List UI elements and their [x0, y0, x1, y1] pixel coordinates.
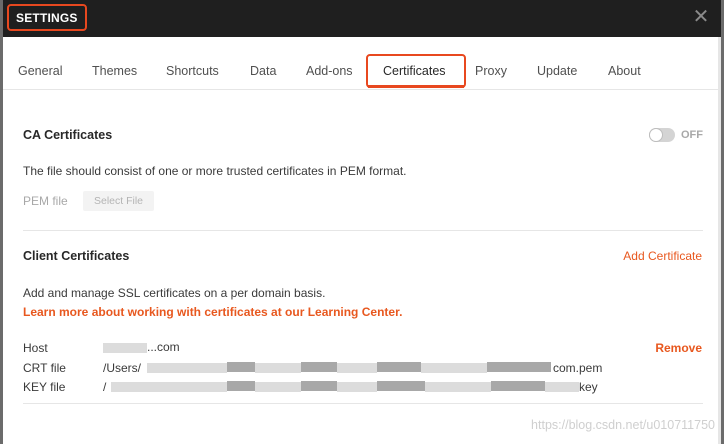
certificates-tab-highlight	[366, 54, 466, 88]
close-icon[interactable]: ✕	[691, 7, 711, 27]
redacted-key-2	[227, 381, 255, 391]
ca-toggle-label: OFF	[681, 129, 703, 141]
pem-file-label: PEM file	[23, 194, 68, 208]
key-file-path-end: key	[579, 380, 598, 394]
redacted-key-8	[491, 381, 545, 391]
redacted-crt-4	[301, 362, 337, 372]
window-title: SETTINGS	[7, 4, 87, 31]
ca-certificates-toggle[interactable]	[649, 128, 675, 142]
toggle-knob	[650, 129, 662, 141]
redacted-key-3	[255, 382, 301, 392]
redacted-crt-5	[337, 363, 377, 373]
watermark-text: https://blog.csdn.net/u010711750	[531, 418, 715, 432]
redacted-host	[103, 343, 147, 353]
tab-about[interactable]: About	[608, 64, 641, 78]
tab-themes[interactable]: Themes	[92, 64, 137, 78]
redacted-crt-8	[487, 362, 551, 372]
remove-certificate-button[interactable]: Remove	[655, 341, 702, 355]
client-description: Add and manage SSL certificates on a per…	[23, 286, 326, 300]
ca-certificates-title: CA Certificates	[23, 128, 113, 142]
learning-center-link[interactable]: Learn more about working with certificat…	[23, 305, 402, 319]
tab-update[interactable]: Update	[537, 64, 577, 78]
settings-tabs: General Themes Shortcuts Data Add-ons Ce…	[3, 37, 721, 90]
tab-general[interactable]: General	[18, 64, 62, 78]
redacted-key-5	[337, 382, 377, 392]
redacted-crt-6	[377, 362, 421, 372]
crt-file-path-end: com.pem	[553, 361, 603, 375]
redacted-key-9	[545, 382, 579, 392]
settings-window: SETTINGS ✕ General Themes Shortcuts Data…	[3, 0, 721, 444]
crt-file-label: CRT file	[23, 361, 66, 375]
key-file-path-start: /	[103, 380, 107, 394]
tab-proxy[interactable]: Proxy	[475, 64, 507, 78]
bottom-divider	[23, 403, 703, 404]
select-file-button[interactable]: Select File	[83, 191, 154, 211]
tab-data[interactable]: Data	[250, 64, 276, 78]
redacted-key-6	[377, 381, 425, 391]
title-bar: SETTINGS ✕	[3, 0, 721, 37]
crt-file-path-start: /Users/	[103, 361, 142, 375]
host-label: Host	[23, 341, 48, 355]
key-file-label: KEY file	[23, 380, 66, 394]
window-edge	[718, 37, 721, 444]
redacted-key-4	[301, 381, 337, 391]
tab-add-ons[interactable]: Add-ons	[306, 64, 353, 78]
redacted-key-1	[111, 382, 227, 392]
tab-shortcuts[interactable]: Shortcuts	[166, 64, 219, 78]
redacted-crt-2	[227, 362, 255, 372]
redacted-key-7	[425, 382, 491, 392]
add-certificate-link[interactable]: Add Certificate	[623, 249, 702, 263]
redacted-crt-7	[421, 363, 487, 373]
section-divider	[23, 230, 703, 231]
redacted-crt-3	[255, 363, 301, 373]
ca-description: The file should consist of one or more t…	[23, 164, 407, 178]
host-value: ...com	[147, 340, 180, 354]
client-certificates-title: Client Certificates	[23, 249, 130, 263]
redacted-crt-1	[147, 363, 227, 373]
